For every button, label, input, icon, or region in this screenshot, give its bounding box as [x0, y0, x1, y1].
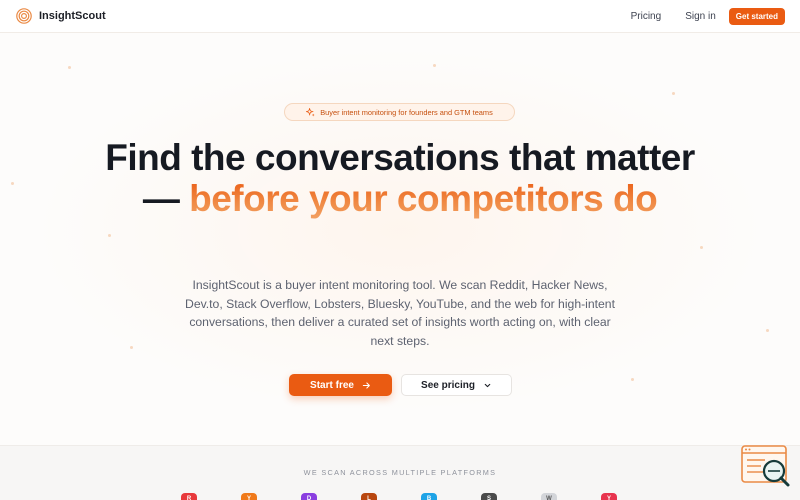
- reddit-icon: R: [181, 493, 197, 500]
- sparkle-icon: [306, 107, 315, 116]
- platform-letter: Y: [606, 496, 611, 500]
- nav-link-pricing[interactable]: Pricing: [631, 11, 662, 22]
- get-started-button[interactable]: Get started: [728, 7, 785, 25]
- page-background: [0, 0, 800, 500]
- brand[interactable]: InsightScout: [16, 8, 106, 24]
- platform-letter: L: [367, 496, 371, 500]
- chevron-down-icon: [484, 383, 491, 387]
- search-window-icon: [741, 445, 790, 487]
- hero-badge: Buyer intent monitoring for founders and…: [284, 103, 515, 121]
- youtube-icon: Y: [601, 493, 617, 500]
- see-pricing-label: See pricing: [421, 379, 475, 391]
- start-free-button[interactable]: Start free: [289, 374, 392, 396]
- stack-overflow-icon: S: [481, 493, 497, 500]
- bluesky-icon: B: [421, 493, 437, 500]
- platforms-label: WE SCAN ACROSS MULTIPLE PLATFORMS: [303, 468, 497, 477]
- decorative-dot: [766, 329, 769, 332]
- decorative-dot: [631, 378, 634, 381]
- hero-description: InsightScout is a buyer intent monitorin…: [185, 278, 615, 348]
- top-navbar: InsightScout Pricing Sign in Get started: [0, 0, 800, 33]
- brand-name: InsightScout: [39, 10, 106, 22]
- web-icon: W: [541, 493, 557, 500]
- hero-cta-row: Start free See pricing: [289, 374, 512, 396]
- platforms-section: WE SCAN ACROSS MULTIPLE PLATFORMS R Y D …: [0, 445, 800, 500]
- badge-text: Buyer intent monitoring for founders and…: [320, 107, 493, 117]
- hero-headline: Find the conversations that matter — bef…: [100, 137, 700, 219]
- decorative-dot: [700, 246, 703, 249]
- insight-widget-button[interactable]: [741, 444, 793, 490]
- devto-icon: D: [301, 493, 317, 500]
- platform-letter: B: [426, 496, 432, 500]
- decorative-dot: [11, 182, 14, 185]
- arrow-right-icon: [362, 381, 370, 389]
- decorative-dot: [68, 66, 71, 69]
- see-pricing-button[interactable]: See pricing: [401, 374, 512, 396]
- headline-accent: before your competitors do: [189, 178, 658, 219]
- decorative-dot: [130, 346, 133, 349]
- platform-letter: D: [306, 496, 312, 500]
- platform-letter: S: [486, 496, 491, 500]
- platform-letter: Y: [246, 496, 251, 500]
- lobsters-icon: L: [361, 493, 377, 500]
- nav-links: Pricing Sign in Get started: [631, 7, 785, 25]
- hacker-news-icon: Y: [241, 493, 257, 500]
- decorative-dot: [108, 234, 111, 237]
- decorative-dot: [433, 64, 436, 67]
- logo-icon: [16, 8, 32, 24]
- platform-letter: R: [186, 496, 192, 500]
- nav-link-sign-in[interactable]: Sign in: [685, 11, 716, 22]
- start-free-label: Start free: [310, 379, 354, 391]
- decorative-dot: [672, 92, 675, 95]
- platform-letter: W: [546, 496, 552, 500]
- platform-icons: R Y D L B S W Y: [181, 493, 617, 500]
